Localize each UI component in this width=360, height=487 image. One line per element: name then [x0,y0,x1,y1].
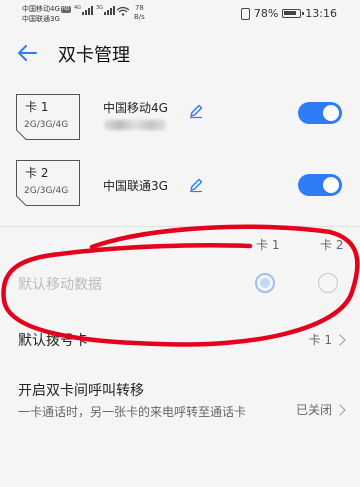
default-dial-card-value: 卡 1 [308,333,332,347]
call-forwarding-label: 开启双卡间呼叫转移 [18,383,144,399]
network-1-type: 4G [74,5,82,11]
sim-card-2-toggle[interactable] [298,174,342,196]
column-card-2: 卡 2 [320,238,344,252]
sim-card-2-row: 卡 2 2G/3G/4G 中国联通3G [0,160,360,224]
page-title: 双卡管理 [58,45,130,66]
carrier-1-label: 中国移动4G [22,5,60,13]
chevron-right-icon [334,404,346,416]
vibrate-icon [240,7,250,20]
carrier-2-label: 中国联通3G [22,15,60,23]
sim-card-1-toggle[interactable] [298,102,342,124]
status-right: 78% 13:16 [240,7,337,20]
app-header: 双卡管理 [0,30,360,76]
edit-card-2-icon[interactable] [188,177,204,193]
network-2-type: 3G [96,5,104,11]
back-button[interactable] [12,38,42,68]
sim-card-2-networks: 2G/3G/4G [24,186,69,196]
wifi-icon [116,6,130,16]
sim-card-1-networks: 2G/3G/4G [24,120,69,130]
call-forwarding-description: 一卡通话时，另一张卡的来电呼转至通话卡 [18,405,247,419]
speed-unit: B/s [134,13,145,21]
sim-card-2-carrier: 中国联通3G [103,179,168,193]
sim-card-1-number-blurred [104,120,166,130]
default-dial-card-row[interactable]: 默认拨号卡 卡 1 [0,318,360,362]
call-forwarding-status: 已关闭 [295,403,332,417]
status-bar: 中国移动4G HD 中国联通3G 4G 3G 78 B/s 78% 13:16 [0,0,360,30]
sim-card-1-row: 卡 1 2G/3G/4G 中国移动4G [0,94,360,158]
carrier-labels: 中国移动4G HD 中国联通3G [22,4,71,24]
battery-icon [282,9,305,18]
default-mobile-data-label: 默认移动数据 [18,277,102,293]
default-data-card-2-radio[interactable] [318,273,338,293]
chevron-right-icon [334,334,346,346]
sim-card-2-label: 卡 2 [25,166,49,180]
sim-card-1-label: 卡 1 [25,100,49,114]
edit-card-1-icon[interactable] [188,103,204,119]
arrow-left-icon [18,45,37,61]
section-divider [0,226,360,227]
hd-badge: HD [60,6,71,13]
signal-2-icon [104,6,115,15]
sim-card-1-carrier: 中国移动4G [103,101,168,115]
call-forwarding-row[interactable]: 开启双卡间呼叫转移 一卡通话时，另一张卡的来电呼转至通话卡 已关闭 [0,366,360,440]
default-dial-card-label: 默认拨号卡 [18,333,88,349]
default-data-card-1-radio[interactable] [255,273,275,293]
battery-percent: 78% [253,7,279,20]
clock: 13:16 [305,7,337,20]
network-speed: 78 B/s [134,4,145,22]
default-mobile-data-row: 默认移动数据 [0,256,360,310]
speed-value: 78 [134,4,144,12]
column-card-1: 卡 1 [256,238,280,252]
signal-1-icon [82,6,93,15]
